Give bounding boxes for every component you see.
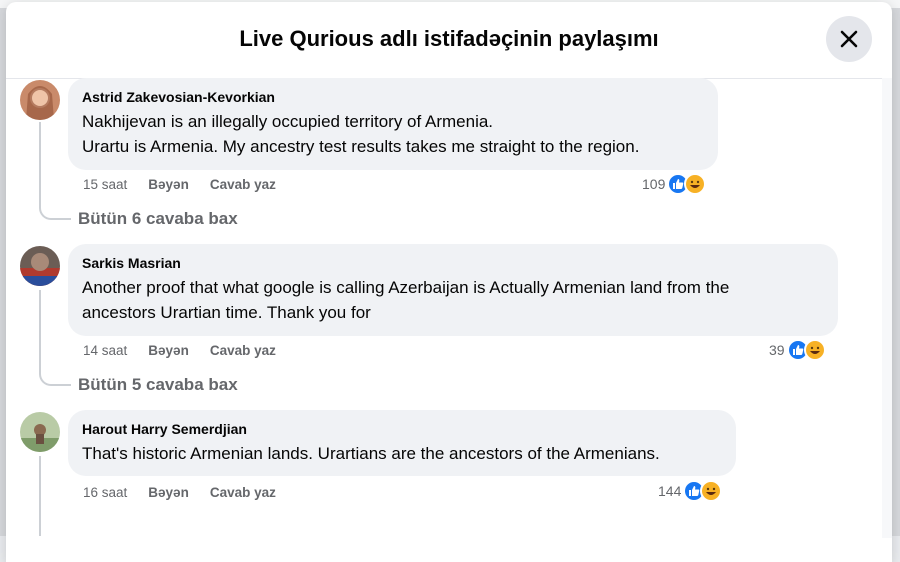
comment-meta: 15 saat Bəyən Cavab yaz [83,177,276,192]
view-replies-link[interactable]: Bütün 5 cavaba bax [78,375,238,395]
close-icon [840,30,858,48]
thread-curve [39,368,71,386]
like-button[interactable]: Bəyən [148,177,189,192]
reaction-summary[interactable]: 144 [658,480,723,502]
comment-text: Another proof that what google is callin… [82,278,730,297]
comment-author[interactable]: Sarkis Masrian [82,255,824,271]
comment-author[interactable]: Astrid Zakevosian-Kevorkian [82,89,704,105]
like-button[interactable]: Bəyən [148,343,189,358]
close-button[interactable] [826,16,872,62]
comment-text: Nakhijevan is an illegally occupied terr… [82,112,494,131]
comment-text: ancestors Urartian time. Thank you for [82,303,371,322]
reply-button[interactable]: Cavab yaz [210,177,276,192]
modal-header: Live Qurious adlı istifadəçinin paylaşım… [6,2,892,79]
comment-text: That's historic Armenian lands. Urartian… [82,444,660,463]
thread-line [39,122,41,206]
comment-bubble[interactable]: Astrid Zakevosian-Kevorkian Nakhijevan i… [68,78,718,170]
comment-meta: 14 saat Bəyən Cavab yaz [83,343,276,358]
view-replies-link[interactable]: Bütün 6 cavaba bax [78,209,238,229]
comment-text: Urartu is Armenia. My ancestry test resu… [82,137,640,156]
comment-time[interactable]: 16 saat [83,485,127,500]
scrollbar[interactable] [882,78,892,538]
reaction-count: 109 [642,176,666,192]
avatar[interactable] [20,80,60,120]
avatar[interactable] [20,246,60,286]
thread-line [39,456,41,536]
reaction-count: 144 [658,483,682,499]
reply-button[interactable]: Cavab yaz [210,343,276,358]
haha-icon [700,480,723,502]
comment-bubble[interactable]: Harout Harry Semerdjian That's historic … [68,410,736,476]
comment-bubble[interactable]: Sarkis Masrian Another proof that what g… [68,244,838,336]
post-modal: Live Qurious adlı istifadəçinin paylaşım… [6,2,892,562]
modal-title: Live Qurious adlı istifadəçinin paylaşım… [239,26,659,51]
reaction-count: 39 [769,342,785,358]
comment-time[interactable]: 15 saat [83,177,127,192]
avatar[interactable] [20,412,60,452]
comment-author[interactable]: Harout Harry Semerdjian [82,421,722,437]
thread-curve [39,202,71,220]
haha-icon [684,173,707,195]
thread-line [39,290,41,372]
comment-time[interactable]: 14 saat [83,343,127,358]
reaction-summary[interactable]: 39 [769,339,826,361]
reaction-summary[interactable]: 109 [642,173,707,195]
comment-meta: 16 saat Bəyən Cavab yaz [83,485,276,500]
haha-icon [803,339,826,361]
reply-button[interactable]: Cavab yaz [210,485,276,500]
like-button[interactable]: Bəyən [148,485,189,500]
